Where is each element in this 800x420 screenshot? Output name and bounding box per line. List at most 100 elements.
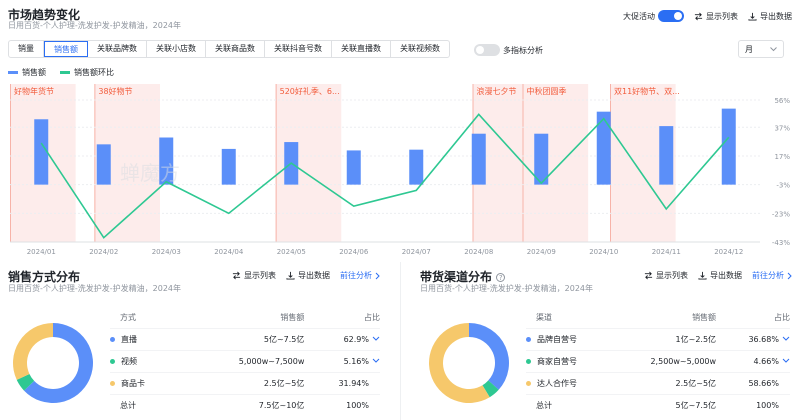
table-row[interactable]: 商家自营号 2,500w~5,000w 4.66%	[526, 350, 790, 372]
export-button[interactable]: 导出数据	[748, 11, 792, 22]
left-donut-chart	[12, 323, 94, 403]
right-panel-title-text: 带货渠道分布	[420, 270, 493, 284]
promo-toggle[interactable]	[658, 10, 684, 22]
row-pct-text: 4.66%	[753, 357, 779, 366]
metric-tab[interactable]: 关联视频数	[391, 41, 449, 57]
row-name-text: 品牌自营号	[537, 335, 577, 344]
x-tick-label: 2024/04	[214, 248, 244, 256]
swap-icon	[694, 12, 703, 20]
donut-slice[interactable]	[469, 323, 509, 390]
total-range: 5亿~7.5亿	[616, 400, 717, 411]
help-icon[interactable]: ?	[496, 273, 506, 282]
bar[interactable]	[409, 149, 424, 185]
promo-label[interactable]: 38好物节	[98, 86, 132, 96]
show-list-button[interactable]: 显示列表	[694, 11, 738, 22]
promo-label[interactable]: 中秋团圆季	[527, 86, 567, 96]
total-range-text: 5亿~7.5亿	[675, 401, 717, 410]
x-tick-label: 2024/03	[152, 248, 181, 256]
period-select[interactable]: 月	[738, 40, 784, 58]
bar[interactable]	[346, 150, 361, 185]
x-tick-label: 2024/06	[339, 248, 369, 256]
export-label: 导出数据	[760, 11, 792, 21]
total-name-text: 总计	[120, 401, 136, 410]
table-header-cell: 占比	[304, 312, 380, 323]
bar[interactable]	[34, 119, 49, 185]
row-pct: 31.94%	[304, 379, 380, 388]
right-export-button[interactable]: 导出数据	[698, 270, 742, 281]
left-show-list-button[interactable]: 显示列表	[232, 270, 276, 281]
left-panel-subtitle: 日用百货-个人护理-洗发护发-护发精油，2024年	[8, 284, 182, 293]
bar[interactable]	[659, 126, 674, 185]
bar[interactable]	[471, 133, 486, 185]
row-pct: 5.16%	[304, 357, 380, 366]
right-distribution-table: 渠道 销售额 占比品牌自营号 1亿~2.5亿 36.68% 商家自营号 2,500w~5,0…	[526, 306, 790, 416]
row-name-text: 商品卡	[121, 379, 145, 388]
left-goto-analysis-link[interactable]: 前往分析	[340, 270, 381, 281]
metric-tab[interactable]: 关联小店数	[147, 41, 206, 57]
promo-label[interactable]: 好物年货节	[14, 86, 54, 96]
row-name-text: 视频	[121, 357, 137, 366]
bar[interactable]	[96, 144, 111, 185]
promo-label[interactable]: 浪漫七夕节	[477, 86, 517, 96]
table-row[interactable]: 商品卡 2.5亿~5亿 31.94%	[110, 372, 380, 394]
row-range-text: 2.5亿~5亿	[675, 379, 717, 388]
metric-tab[interactable]: 关联品牌数	[88, 41, 147, 57]
row-range: 2.5亿~5亿	[616, 378, 717, 389]
promo-label[interactable]: 双11好物节、双...	[614, 86, 680, 96]
metric-tab[interactable]: 关联抖音号数	[265, 41, 332, 57]
row-pct: 62.9%	[304, 335, 380, 344]
table-header-cell: 渠道	[526, 312, 616, 323]
metric-tab[interactable]: 关联商品数	[206, 41, 265, 57]
metric-tab[interactable]: 销售额	[44, 41, 88, 57]
row-name: 品牌自营号	[526, 334, 616, 345]
legend-bar: 销售额	[8, 67, 46, 78]
promo-band	[522, 84, 589, 242]
table-row[interactable]: 品牌自营号 1亿~2.5亿 36.68%	[526, 328, 790, 350]
chevron-down-icon[interactable]	[782, 336, 790, 342]
right-panel-subtitle: 日用百货-个人护理-洗发护发-护发精油，2024年	[420, 284, 594, 293]
row-range: 5,000w~7,500w	[202, 357, 305, 366]
right-show-list-label: 显示列表	[656, 271, 688, 280]
multi-metric-toggle[interactable]	[474, 44, 500, 56]
promo-label[interactable]: 520好礼季、6...	[280, 86, 340, 96]
chevron-down-icon[interactable]	[782, 358, 790, 364]
row-pct: 58.66%	[716, 379, 790, 388]
y-tick-label: 56%	[774, 97, 790, 105]
bar[interactable]	[221, 148, 236, 185]
table-header-cell-text: 方式	[120, 312, 136, 322]
y-tick-label: -43%	[772, 239, 790, 247]
x-tick-label: 2024/12	[714, 248, 743, 256]
chevron-down-icon[interactable]	[372, 336, 380, 342]
row-name: 达人合作号	[526, 378, 616, 389]
row-name: 直播	[110, 334, 202, 345]
row-pct-text: 31.94%	[338, 379, 369, 388]
left-distribution-table: 方式 销售额 占比 直播 5亿~7.5亿 62.9% 视频 5,000w~7,500w 5.16…	[110, 306, 380, 416]
table-total-row: 总计 5亿~7.5亿 100%	[526, 394, 790, 416]
row-range-text: 5亿~7.5亿	[263, 335, 305, 344]
x-tick-label: 2024/10	[589, 248, 618, 256]
total-pct: 100%	[716, 401, 790, 410]
chevron-down-icon[interactable]	[372, 358, 380, 364]
right-goto-analysis-link[interactable]: 前往分析	[752, 270, 793, 281]
x-tick-label: 2024/01	[27, 248, 56, 256]
right-show-list-button[interactable]: 显示列表	[644, 270, 688, 281]
table-row[interactable]: 直播 5亿~7.5亿 62.9%	[110, 328, 380, 350]
metric-tab[interactable]: 关联直播数	[332, 41, 391, 57]
legend-dot	[110, 359, 115, 364]
table-header-cell-text: 占比	[773, 312, 790, 322]
panel-divider	[400, 262, 401, 420]
table-header-cell: 销售额	[616, 312, 716, 323]
donut-slice[interactable]	[12, 323, 53, 380]
metric-tab[interactable]: 销量	[9, 41, 44, 57]
table-header: 渠道 销售额 占比	[526, 306, 790, 328]
left-export-button[interactable]: 导出数据	[286, 270, 330, 281]
export-icon	[698, 271, 707, 280]
legend-line: 销售额环比	[60, 67, 114, 78]
table-row[interactable]: 视频 5,000w~7,500w 5.16%	[110, 350, 380, 372]
bar[interactable]	[721, 108, 736, 185]
swap-icon	[644, 271, 653, 280]
table-row[interactable]: 达人合作号 2.5亿~5亿 58.66%	[526, 372, 790, 394]
row-pct-text: 58.66%	[748, 379, 779, 388]
chevron-right-icon	[787, 272, 792, 279]
period-select-value: 月	[745, 44, 753, 54]
